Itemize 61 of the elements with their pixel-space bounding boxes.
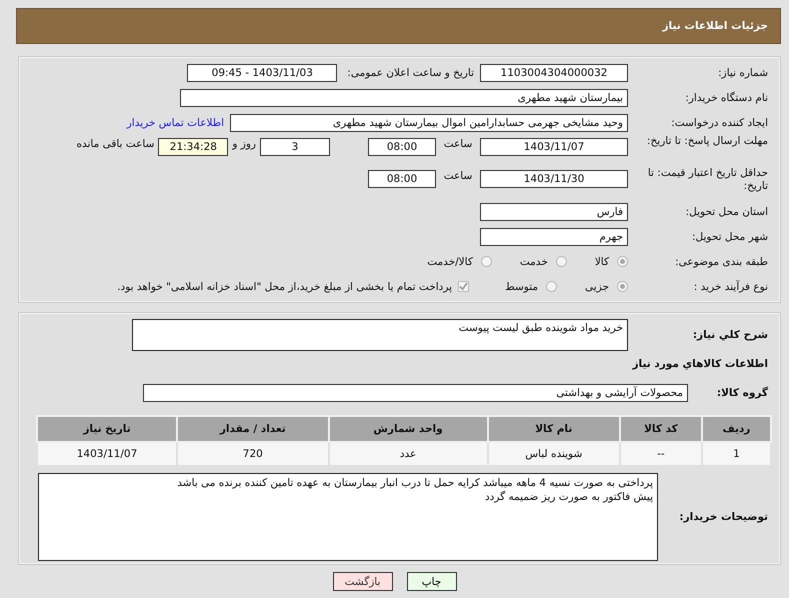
days-field: 3 <box>260 138 330 156</box>
column-header: واحد شمارش <box>328 416 488 442</box>
radio-label: جزیی <box>585 280 609 292</box>
column-header: تعداد / مقدار <box>177 416 329 442</box>
summary-field: خرید مواد شوینده طبق لیست پیوست <box>132 319 628 351</box>
print-button[interactable]: چاپ <box>406 572 456 591</box>
column-header: کد کالا <box>620 416 702 442</box>
section-heading: اطلاعات کالاهاي مورد نياز <box>632 358 769 370</box>
time-label: ساعت <box>442 138 474 150</box>
deadline-date-field: 1403/11/07 <box>480 138 628 156</box>
validity-date-field: 1403/11/30 <box>480 170 628 188</box>
need-number-field: 1103004304000032 <box>480 64 628 82</box>
radio-button[interactable] <box>480 256 492 267</box>
buyer-notes-field: پرداختی به صورت نسیه 4 ماهه میباشد کرایه حمل تا درب انبار بیمارستان به عهده تامین کننده برنده می باشد پیش فاکتور به صورت ریز ضمیمه گردد <box>38 473 658 561</box>
goods-group-field: محصولات آرایشی و بهداشتی <box>143 384 688 402</box>
field-label: حداقل تاریخ اعتبار قیمت: تا تاریخ: <box>646 167 769 193</box>
buyer-org-field: بیمارستان شهید مطهری <box>180 88 628 106</box>
radio-label: متوسط <box>505 280 538 292</box>
remaining-label: ساعت باقی مانده <box>76 138 154 150</box>
field-label: طبقه بندی موضوعی: <box>674 256 769 268</box>
radio-label: خدمت <box>520 256 548 268</box>
column-header: تاریخ نیاز <box>37 416 178 442</box>
checkbox-label: پرداخت تمام یا بخشی از مبلغ خرید،از محل "اسناد خزانه اسلامی" خواهد بود. <box>117 280 452 292</box>
table-cell: -- <box>620 442 702 466</box>
table-cell: شوینده لباس <box>488 442 620 466</box>
field-label: استان محل تحویل: <box>684 206 769 218</box>
buyer-contact-link[interactable]: اطلاعات تماس خریدار <box>126 116 224 128</box>
radio-button[interactable] <box>617 281 628 292</box>
remaining-time-field: 21:34:28 <box>158 138 228 156</box>
field-label: نام دستگاه خریدار: <box>684 92 769 104</box>
field-label: شرح کلي نياز: <box>692 329 769 341</box>
announce-date-field: 1403/11/03 - 09:45 <box>187 64 338 82</box>
field-label: شماره نیاز: <box>717 66 769 78</box>
back-button[interactable]: بازگشت <box>332 572 392 591</box>
radio-label: کالا/خدمت <box>427 256 473 268</box>
days-label: روز و <box>232 138 256 150</box>
radio-button[interactable] <box>617 256 628 267</box>
radio-label: کالا <box>594 256 609 268</box>
radio-button[interactable] <box>546 281 558 292</box>
field-label: تاریخ و ساعت اعلان عمومی: <box>347 66 474 78</box>
province-field: فارس <box>480 202 628 220</box>
field-label: نوع فرآیند خرید : <box>692 280 769 292</box>
column-header: ردیف <box>702 416 771 442</box>
radio-button[interactable] <box>556 256 567 267</box>
city-field: جهرم <box>480 228 628 246</box>
page-title: جزئیات اطلاعات نیاز <box>662 20 768 32</box>
field-label: گروه کالا: <box>716 386 769 398</box>
field-label: ایجاد کننده درخواست: <box>670 116 769 128</box>
field-label: شهر محل تحویل: <box>691 230 769 242</box>
checkbox[interactable] <box>458 281 470 292</box>
field-label: توضیحات خریدار: <box>678 511 769 523</box>
table-cell: 1 <box>702 442 771 466</box>
table-cell: 720 <box>177 442 329 466</box>
field-label: مهلت ارسال پاسخ: تا تاریخ: <box>646 135 769 148</box>
table-cell: عدد <box>328 442 488 466</box>
requester-field: وحید مشایخی جهرمی حسابدارامین اموال بیمارستان شهید مطهری <box>230 114 628 132</box>
column-header: نام کالا <box>488 416 620 442</box>
table-cell: 1403/11/07 <box>37 442 178 466</box>
validity-time-field: 08:00 <box>368 170 436 188</box>
time-label: ساعت <box>442 170 474 182</box>
deadline-time-field: 08:00 <box>368 138 436 156</box>
